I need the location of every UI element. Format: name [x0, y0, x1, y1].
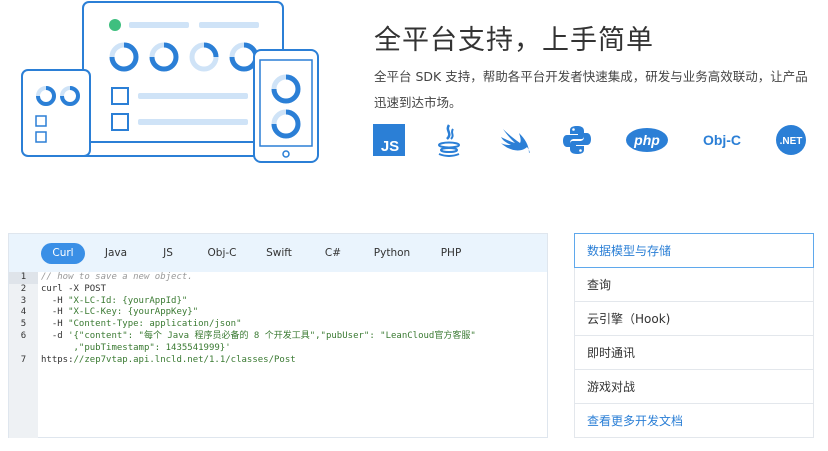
- line-number: 5: [20, 319, 27, 330]
- more-docs-link[interactable]: 查看更多开发文档: [574, 404, 814, 438]
- code-token: "Content-Type: application/json": [68, 319, 242, 330]
- docs-side-menu: 数据模型与存储 查询 云引擎（Hook) 即时通讯 游戏对战 查看更多开发文档: [574, 233, 814, 438]
- code-token: '{"content": "每个 Java 程序员必备的 8 个开发工具","p…: [68, 330, 476, 341]
- js-icon: JS: [372, 120, 406, 160]
- dotnet-icon-label: .NET: [780, 136, 803, 147]
- objc-icon: Obj-C: [694, 120, 750, 160]
- tab-curl[interactable]: Curl: [41, 242, 85, 264]
- code-line: ,"pubTimestamp": 1435541999}': [41, 343, 547, 355]
- code-token: "X-LC-Id: {yourAppId}": [68, 295, 188, 306]
- line-number: 1: [9, 272, 38, 284]
- code-token: -H: [41, 307, 69, 318]
- java-icon: [434, 120, 464, 160]
- php-icon: php: [624, 120, 670, 160]
- line-number: 3: [20, 295, 27, 306]
- code-line: https://zep7vtap.api.lncld.net/1.1/class…: [41, 355, 547, 367]
- js-icon-label: JS: [381, 138, 399, 155]
- line-number: [9, 343, 38, 355]
- code-token: -H: [41, 295, 69, 306]
- line-number: 6: [20, 330, 27, 341]
- hero-title: 全平台支持，上手简单: [374, 25, 654, 56]
- code-line: -d '{"content": "每个 Java 程序员必备的 8 个开发工具"…: [41, 331, 547, 343]
- code-line: // how to save a new object.: [41, 272, 547, 284]
- line-number: 7: [20, 354, 27, 365]
- line-number: 4: [20, 307, 27, 318]
- tab-objc[interactable]: Obj-C: [197, 243, 247, 264]
- tab-python[interactable]: Python: [363, 243, 421, 264]
- line-number: 2: [20, 283, 27, 294]
- code-line: -H "X-LC-Key: {yourAppKey}": [41, 307, 547, 319]
- code-token: https:: [41, 354, 74, 365]
- devices-illustration: [14, 0, 324, 168]
- platform-icons: JS php Obj-C .NET: [372, 120, 822, 162]
- code-token: curl -X POST: [41, 283, 107, 294]
- python-icon: [560, 120, 594, 160]
- tab-php[interactable]: PHP: [429, 243, 473, 264]
- tab-java[interactable]: Java: [93, 243, 139, 264]
- objc-icon-label: Obj-C: [703, 132, 741, 148]
- menu-item-query[interactable]: 查询: [574, 268, 814, 302]
- line-number-gutter: 1 2 3 4 5 6 7: [9, 272, 38, 438]
- dotnet-icon: .NET: [774, 120, 808, 160]
- menu-item-cloud-engine[interactable]: 云引擎（Hook): [574, 302, 814, 336]
- code-token: ,"pubTimestamp": 1435541999}': [41, 342, 231, 353]
- code-token: //zep7vtap.api.lncld.net/1.1/classes/Pos…: [73, 354, 296, 365]
- code-line: -H "Content-Type: application/json": [41, 319, 547, 331]
- tab-js[interactable]: JS: [147, 243, 189, 264]
- code-line: curl -X POST: [41, 284, 547, 296]
- code-token: -d: [41, 330, 69, 341]
- language-tabs: Curl Java JS Obj-C Swift C# Python PHP: [9, 234, 547, 272]
- menu-item-realtime-messaging[interactable]: 即时通讯: [574, 336, 814, 370]
- code-lines: // how to save a new object. curl -X POST…: [38, 272, 547, 438]
- code-sample-panel: Curl Java JS Obj-C Swift C# Python PHP 1…: [8, 233, 548, 438]
- code-token: -H: [41, 319, 69, 330]
- swift-icon: [498, 120, 532, 160]
- php-icon-label: php: [633, 132, 660, 148]
- code-line: -H "X-LC-Id: {yourAppId}": [41, 296, 547, 308]
- code-token: // how to save a new object.: [41, 272, 193, 282]
- code-editor[interactable]: 1 2 3 4 5 6 7 // how to save a new objec…: [9, 272, 547, 438]
- tab-swift[interactable]: Swift: [255, 243, 303, 264]
- menu-item-game-battle[interactable]: 游戏对战: [574, 370, 814, 404]
- tab-csharp[interactable]: C#: [311, 243, 355, 264]
- menu-item-data-storage[interactable]: 数据模型与存储: [574, 233, 814, 268]
- hero-description: 全平台 SDK 支持，帮助各平台开发者快速集成，研发与业务高效联动，让产品迅速到…: [374, 69, 808, 110]
- code-token: "X-LC-Key: {yourAppKey}": [68, 307, 199, 318]
